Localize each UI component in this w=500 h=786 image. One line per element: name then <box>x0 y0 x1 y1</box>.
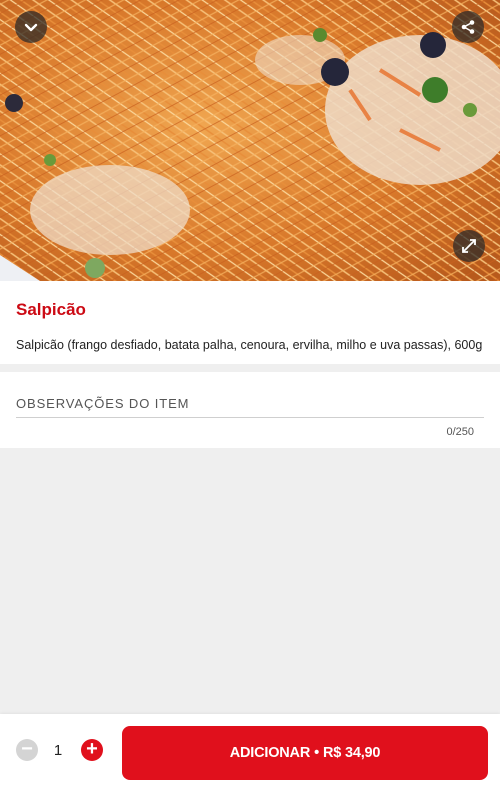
observations-field-label: OBSERVAÇÕES DO ITEM <box>16 396 190 411</box>
observations-section[interactable]: OBSERVAÇÕES DO ITEM 0/250 <box>0 372 500 448</box>
minus-icon: − <box>21 738 33 760</box>
increase-quantity-button[interactable]: + <box>81 739 103 761</box>
observations-char-counter: 0/250 <box>446 426 474 438</box>
add-to-cart-bar: − 1 + ADICIONAR • R$ 34,90 <box>0 714 500 786</box>
product-description: Salpicão (frango desfiado, batata palha,… <box>16 338 483 352</box>
expand-image-button[interactable] <box>453 230 485 262</box>
chevron-down-icon <box>24 23 38 32</box>
add-button-label: ADICIONAR <box>229 745 311 761</box>
decrease-quantity-button[interactable]: − <box>16 739 38 761</box>
add-button-price: R$ 34,90 <box>323 745 381 761</box>
product-title: Salpicão <box>16 300 86 319</box>
quantity-value: 1 <box>53 742 63 759</box>
add-to-cart-button[interactable]: ADICIONAR • R$ 34,90 <box>122 726 488 780</box>
share-icon <box>461 20 475 34</box>
share-button[interactable] <box>452 11 484 43</box>
product-image <box>0 0 500 281</box>
observations-field-underline <box>16 417 484 418</box>
plus-icon: + <box>86 738 98 760</box>
collapse-button[interactable] <box>15 11 47 43</box>
expand-icon <box>462 239 476 253</box>
add-button-separator: • <box>314 745 319 761</box>
product-info: Salpicão Salpicão (frango desfiado, bata… <box>0 281 500 364</box>
product-photo <box>0 0 500 281</box>
